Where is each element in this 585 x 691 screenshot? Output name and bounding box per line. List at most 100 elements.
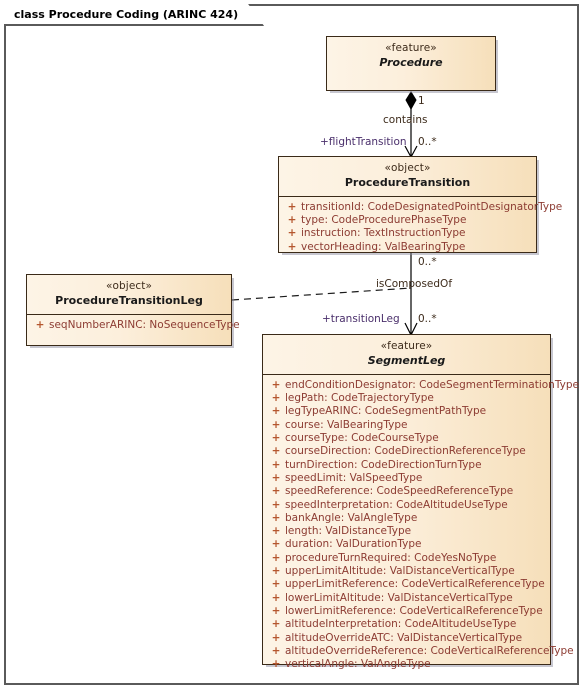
- class-procedure-transition-header: «object» ProcedureTransition: [279, 157, 536, 197]
- class-procedure-transition-leg-stereotype: «object»: [105, 280, 152, 292]
- attribute-visibility: +: [271, 618, 281, 631]
- class-procedure-name: Procedure: [379, 56, 443, 70]
- attribute-text: legTypeARINC: CodeSegmentPathType: [285, 405, 487, 418]
- attribute-text: instruction: TextInstructionType: [301, 227, 466, 240]
- attribute-text: seqNumberARINC: NoSequenceType: [49, 318, 240, 331]
- attribute-text: speedReference: CodeSpeedReferenceType: [285, 485, 514, 498]
- attribute-row: + altitudeOverrideATC: ValDistanceVertica…: [267, 632, 546, 645]
- class-procedure-transition[interactable]: «object» ProcedureTransition + transitio…: [278, 156, 562, 253]
- attribute-row: + altitudeInterpretation: CodeAltitudeUse…: [267, 618, 546, 631]
- label-contains: contains: [383, 114, 428, 126]
- attribute-row: + legTypeARINC: CodeSegmentPathType: [267, 405, 546, 418]
- class-procedure-transition-stereotype: «object»: [384, 162, 431, 174]
- multiplicity-is-composed-of-source: 0..*: [418, 256, 437, 268]
- attribute-text: upperLimitAltitude: ValDistanceVerticalT…: [285, 565, 515, 578]
- attribute-row: + course: ValBearingType: [267, 419, 546, 432]
- diagram-canvas: class Procedure Coding (ARINC 424) «feat…: [0, 0, 585, 691]
- attribute-row: + legPath: CodeTrajectoryType: [267, 392, 546, 405]
- class-procedure-transition-attributes: + transitionId: CodeDesignatedPointDesig…: [279, 197, 563, 259]
- attribute-visibility: +: [271, 485, 281, 498]
- attribute-text: length: ValDistanceType: [285, 525, 412, 538]
- class-procedure-transition-leg[interactable]: «object» ProcedureTransitionLeg + seqNum…: [26, 274, 240, 346]
- class-segment-leg-header: «feature» SegmentLeg: [263, 335, 550, 375]
- attribute-text: transitionId: CodeDesignatedPointDesigna…: [301, 200, 563, 213]
- attribute-visibility: +: [271, 538, 281, 551]
- attribute-row: + duration: ValDurationType: [267, 538, 546, 551]
- attribute-row: + speedLimit: ValSpeedType: [267, 472, 546, 485]
- attribute-visibility: +: [271, 392, 281, 405]
- attribute-visibility: +: [271, 511, 281, 524]
- attribute-row: + instruction: TextInstructionType: [283, 227, 532, 240]
- class-segment-leg-attributes: + endConditionDesignator: CodeSegmentTerm…: [263, 375, 579, 677]
- attribute-row: + altitudeOverrideReference: CodeVertical…: [267, 644, 574, 658]
- class-procedure-transition-leg-attributes: + seqNumberARINC: NoSequenceType: [27, 315, 240, 337]
- attribute-text: courseDirection: CodeDirectionReferenceT…: [285, 445, 526, 458]
- attribute-row: + courseDirection: CodeDirectionReference…: [267, 445, 546, 458]
- attribute-text: courseType: CodeCourseType: [285, 432, 439, 445]
- attribute-row: + turnDirection: CodeDirectionTurnType: [267, 459, 546, 472]
- attribute-row: + vectorHeading: ValBearingType: [283, 241, 532, 254]
- class-segment-leg-name: SegmentLeg: [367, 354, 446, 368]
- attribute-text: altitudeInterpretation: CodeAltitudeUseT…: [285, 618, 517, 631]
- attribute-text: verticalAngle: ValAngleType: [285, 658, 431, 671]
- class-procedure-stereotype: «feature»: [385, 42, 437, 54]
- attribute-text: turnDirection: CodeDirectionTurnType: [285, 458, 482, 471]
- class-segment-leg-stereotype: «feature»: [380, 340, 433, 352]
- attribute-visibility: +: [271, 405, 281, 418]
- attribute-row: + procedureTurnRequired: CodeYesNoType: [267, 552, 546, 565]
- attribute-row: + upperLimitReference: CodeVerticalRefere…: [267, 578, 546, 591]
- attribute-row: + lowerLimitAltitude: ValDistanceVertical…: [267, 592, 546, 605]
- attribute-text: procedureTurnRequired: CodeYesNoType: [285, 551, 497, 564]
- attribute-row: + seqNumberARINC: NoSequenceType: [31, 318, 240, 332]
- attribute-text: speedLimit: ValSpeedType: [285, 471, 423, 484]
- attribute-visibility: +: [271, 565, 281, 578]
- role-transition-leg: +transitionLeg: [322, 313, 400, 325]
- attribute-row: + lowerLimitReference: CodeVerticalRefere…: [267, 605, 546, 618]
- attribute-visibility: +: [287, 240, 297, 253]
- class-procedure-transition-name: ProcedureTransition: [344, 176, 471, 190]
- attribute-row: + upperLimitAltitude: ValDistanceVertical…: [267, 565, 546, 578]
- attribute-visibility: +: [271, 631, 281, 644]
- attribute-row: + endConditionDesignator: CodeSegmentTerm…: [267, 378, 579, 392]
- attribute-row: + speedReference: CodeSpeedReferenceType: [267, 485, 546, 498]
- class-procedure-transition-leg-header: «object» ProcedureTransitionLeg: [27, 275, 231, 315]
- attribute-text: vectorHeading: ValBearingType: [301, 240, 466, 253]
- attribute-row: + verticalAngle: ValAngleType: [267, 658, 546, 671]
- attribute-visibility: +: [271, 525, 281, 538]
- attribute-row: + bankAngle: ValAngleType: [267, 512, 546, 525]
- attribute-text: upperLimitReference: CodeVerticalReferen…: [285, 578, 545, 591]
- attribute-visibility: +: [271, 578, 281, 591]
- attribute-text: lowerLimitAltitude: ValDistanceVerticalT…: [285, 591, 513, 604]
- attribute-visibility: +: [271, 418, 281, 431]
- attribute-visibility: +: [35, 318, 45, 331]
- attribute-visibility: +: [287, 200, 297, 213]
- class-procedure-transition-leg-name: ProcedureTransitionLeg: [55, 294, 203, 308]
- attribute-text: duration: ValDurationType: [285, 538, 422, 551]
- attribute-text: lowerLimitReference: CodeVerticalReferen…: [285, 604, 543, 617]
- attribute-row: + length: ValDistanceType: [267, 525, 546, 538]
- label-is-composed-of: isComposedOf: [376, 278, 453, 290]
- class-segment-leg[interactable]: «feature» SegmentLeg + endConditionDesign…: [262, 334, 579, 670]
- attribute-text: type: CodeProcedurePhaseType: [301, 214, 467, 227]
- attribute-text: speedInterpretation: CodeAltitudeUseType: [285, 498, 508, 511]
- attribute-visibility: +: [271, 591, 281, 604]
- attribute-visibility: +: [271, 471, 281, 484]
- attribute-row: + courseType: CodeCourseType: [267, 432, 546, 445]
- attribute-visibility: +: [271, 658, 281, 671]
- attribute-row: + speedInterpretation: CodeAltitudeUseTyp…: [267, 499, 546, 512]
- multiplicity-is-composed-of-target: 0..*: [418, 313, 437, 325]
- class-procedure[interactable]: «feature» Procedure: [326, 36, 496, 91]
- attribute-visibility: +: [271, 644, 281, 657]
- attribute-visibility: +: [271, 551, 281, 564]
- attribute-visibility: +: [271, 458, 281, 471]
- attribute-visibility: +: [271, 378, 281, 391]
- attribute-visibility: +: [287, 227, 297, 240]
- class-procedure-header: «feature» Procedure: [327, 37, 495, 76]
- attribute-text: course: ValBearingType: [285, 418, 408, 431]
- diagram-title-tab: class Procedure Coding (ARINC 424): [4, 4, 264, 26]
- diagram-title: class Procedure Coding (ARINC 424): [14, 7, 239, 21]
- attribute-text: bankAngle: ValAngleType: [285, 511, 418, 524]
- attribute-text: altitudeOverrideReference: CodeVerticalR…: [285, 644, 574, 657]
- attribute-visibility: +: [271, 604, 281, 617]
- attribute-visibility: +: [271, 498, 281, 511]
